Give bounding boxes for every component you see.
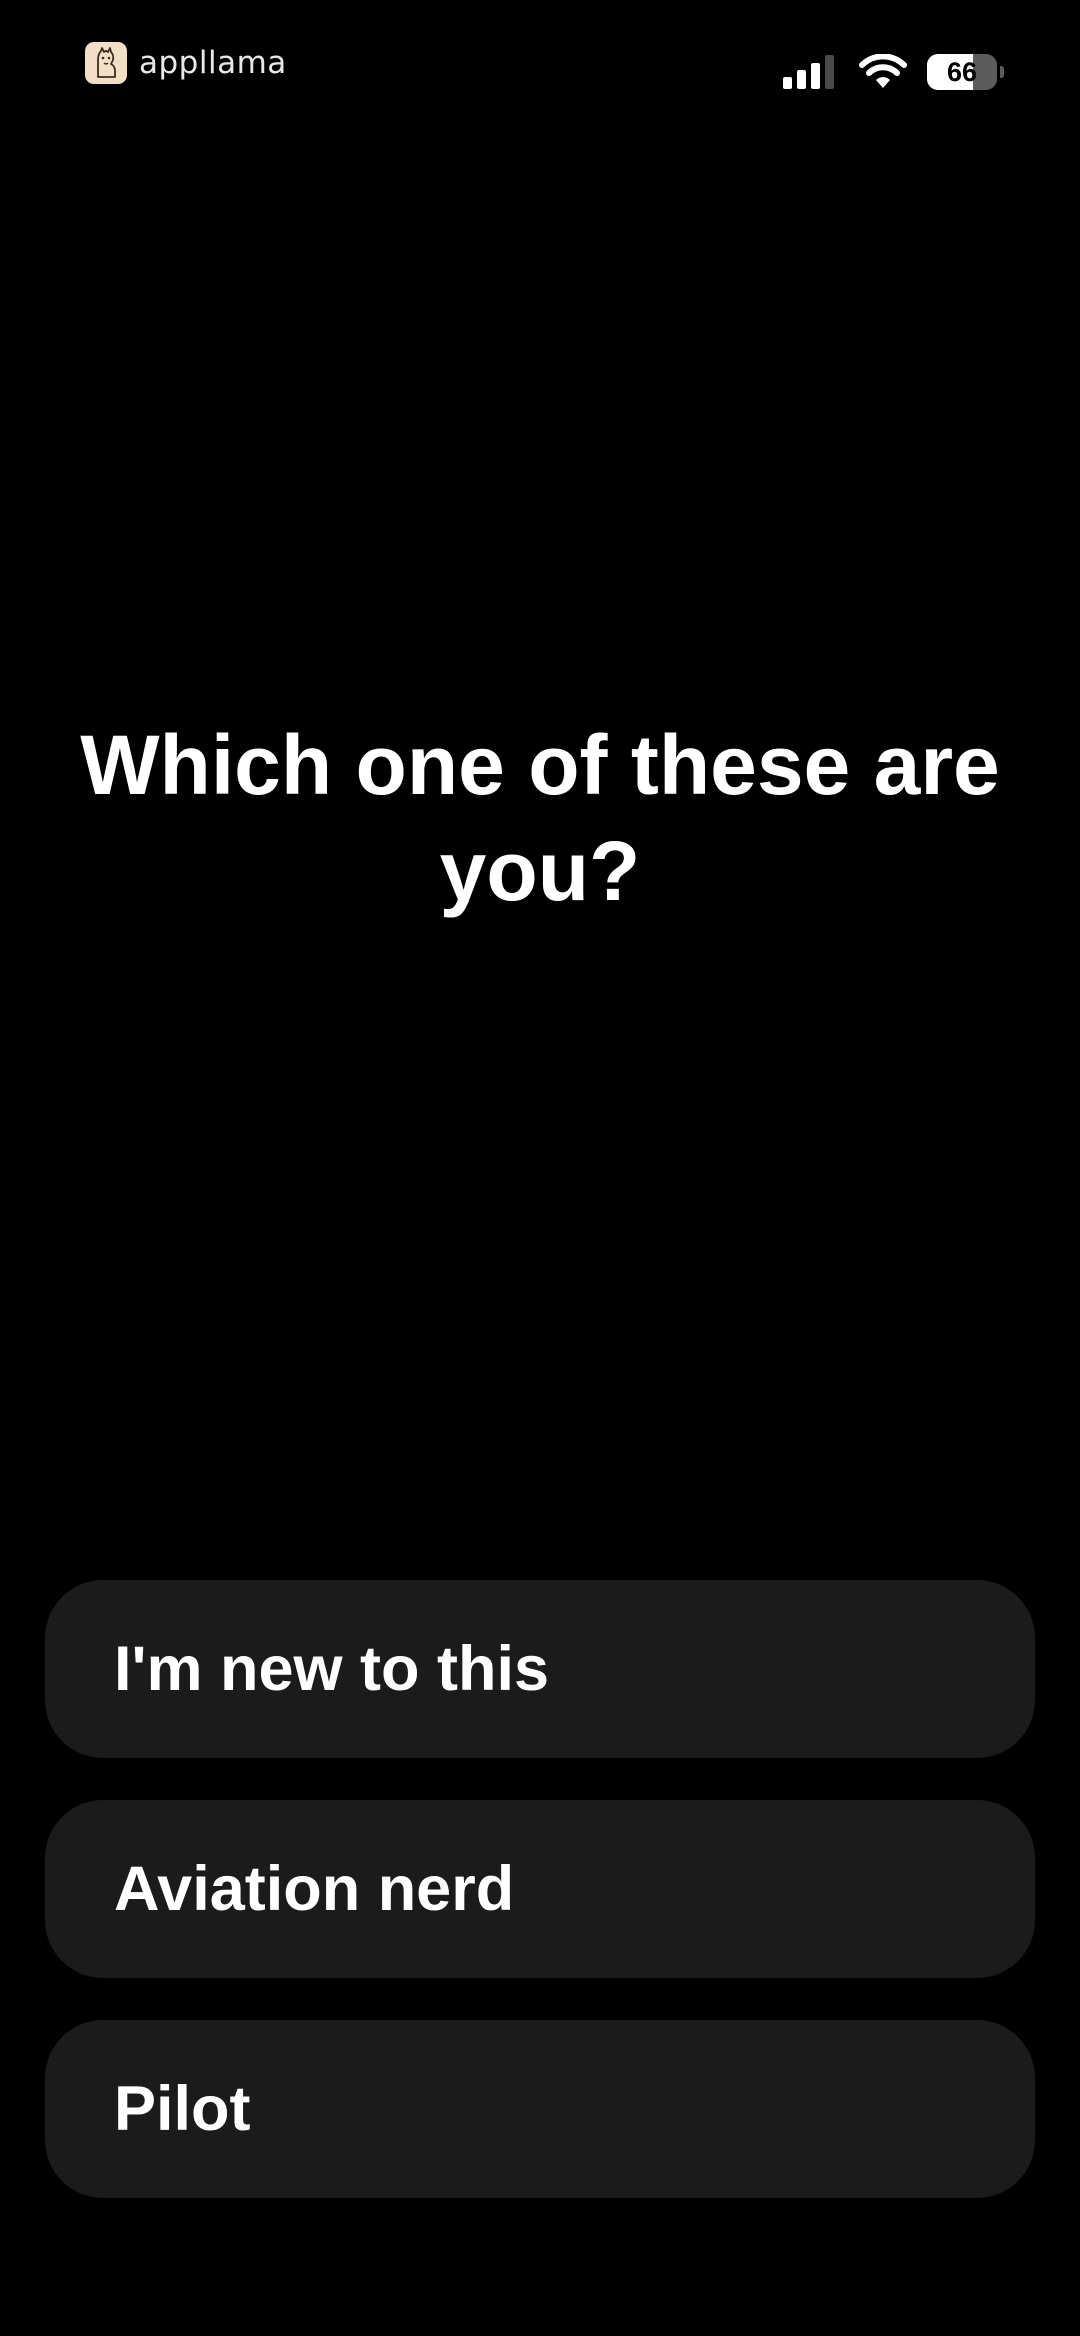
options-list: I'm new to this Aviation nerd Pilot bbox=[45, 1580, 1035, 2240]
option-pilot-button[interactable]: Pilot bbox=[45, 2020, 1035, 2198]
battery-body: 66 bbox=[927, 54, 997, 90]
llama-logo-icon bbox=[85, 42, 127, 84]
cellular-signal-icon bbox=[783, 55, 834, 89]
battery-indicator: 66 bbox=[927, 54, 1004, 90]
option-label: Aviation nerd bbox=[114, 1854, 515, 1924]
status-bar: appllama 66 bbox=[0, 0, 1080, 140]
option-new-to-this-button[interactable]: I'm new to this bbox=[45, 1580, 1035, 1758]
battery-cap bbox=[1000, 66, 1004, 78]
status-icons: 66 bbox=[783, 52, 1004, 92]
option-label: I'm new to this bbox=[114, 1634, 550, 1704]
wifi-icon bbox=[859, 54, 907, 88]
brand: appllama bbox=[85, 42, 287, 84]
battery-level-text: 66 bbox=[946, 56, 978, 87]
question-title: Which one of these are you? bbox=[80, 718, 1000, 918]
option-aviation-nerd-button[interactable]: Aviation nerd bbox=[45, 1800, 1035, 1978]
option-label: Pilot bbox=[114, 2074, 251, 2144]
brand-name: appllama bbox=[139, 45, 287, 81]
